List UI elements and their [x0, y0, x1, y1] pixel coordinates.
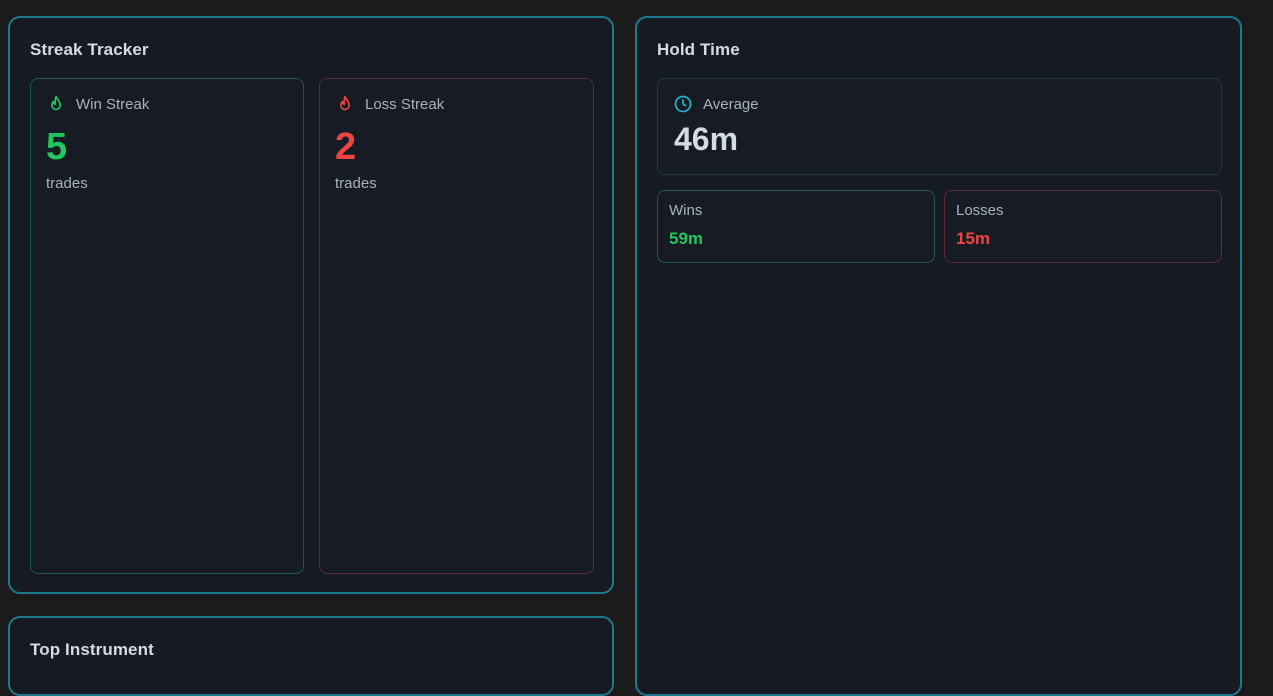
average-hold-header: Average [673, 94, 759, 114]
streak-tracker-title: Streak Tracker [30, 40, 149, 59]
loss-streak-unit: trades [335, 175, 377, 192]
loss-streak-value: 2 [335, 126, 357, 168]
win-streak-header: Win Streak [46, 94, 149, 114]
win-streak-value: 5 [46, 126, 68, 168]
losses-hold-value: 15m [956, 229, 991, 248]
top-instrument-card: Top Instrument [8, 616, 614, 696]
clock-icon [673, 94, 693, 114]
flame-icon [335, 94, 355, 114]
hold-time-card: Hold Time Average 46m Wins 59m Losses 15… [635, 16, 1242, 696]
average-hold-label: Average [703, 95, 759, 113]
wins-hold-panel: Wins 59m [657, 190, 935, 263]
hold-time-title: Hold Time [657, 40, 740, 59]
streak-tracker-card: Streak Tracker Win Streak 5 trades Loss … [8, 16, 614, 594]
losses-hold-panel: Losses 15m [944, 190, 1222, 263]
loss-streak-panel: Loss Streak 2 trades [319, 78, 594, 574]
average-hold-value: 46m [674, 121, 739, 157]
flame-icon [46, 94, 66, 114]
average-hold-panel: Average 46m [657, 78, 1222, 175]
top-instrument-title: Top Instrument [30, 640, 154, 659]
loss-streak-label: Loss Streak [365, 95, 445, 113]
win-streak-unit: trades [46, 175, 88, 192]
losses-hold-label: Losses [956, 202, 1004, 219]
win-streak-label: Win Streak [76, 95, 150, 113]
wins-hold-label: Wins [669, 202, 703, 219]
loss-streak-header: Loss Streak [335, 94, 444, 114]
wins-hold-value: 59m [669, 229, 704, 248]
win-streak-panel: Win Streak 5 trades [30, 78, 304, 574]
